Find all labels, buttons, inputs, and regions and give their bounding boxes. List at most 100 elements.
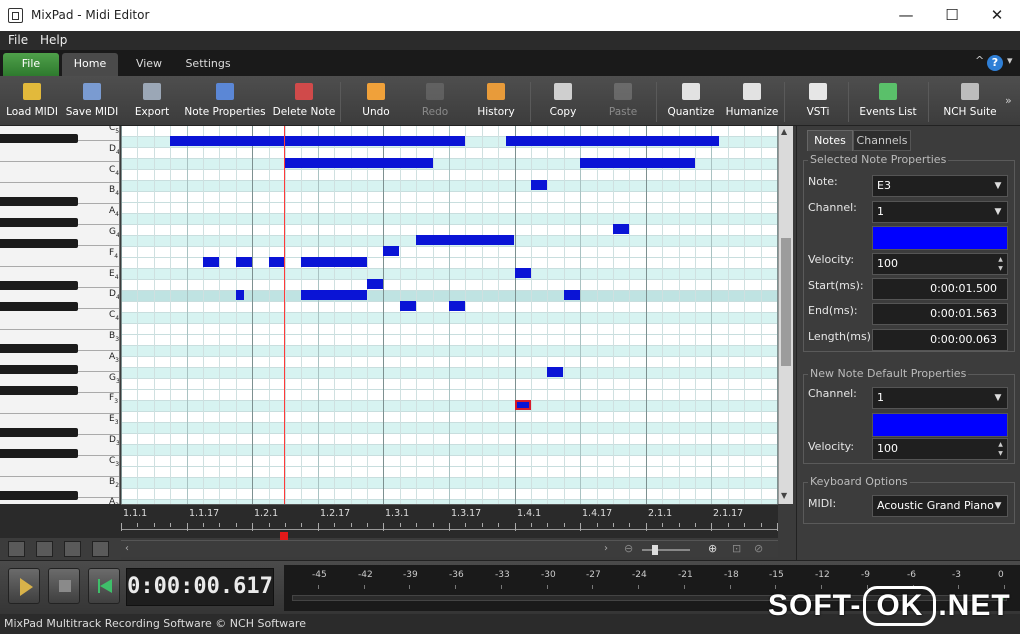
tab-view[interactable]: View — [124, 53, 174, 76]
quantize-button[interactable]: Quantize — [664, 76, 718, 126]
history-button[interactable]: History — [470, 76, 522, 126]
black-key[interactable] — [0, 428, 78, 437]
note-select[interactable]: E3 ▼ — [872, 175, 1008, 197]
scroll-up-icon[interactable]: ▲ — [781, 127, 787, 136]
black-key[interactable] — [0, 365, 78, 374]
vsti-button[interactable]: VSTi — [796, 76, 840, 126]
toolbar-more-icon[interactable]: » — [1005, 94, 1012, 107]
midi-note[interactable] — [449, 301, 465, 311]
velocity-input[interactable]: 100 ▲ ▼ — [872, 253, 1008, 275]
midi-note[interactable] — [236, 257, 252, 267]
black-key[interactable] — [0, 218, 78, 227]
tab-settings[interactable]: Settings — [180, 53, 236, 76]
black-key[interactable] — [0, 197, 78, 206]
humanize-button[interactable]: Humanize — [722, 76, 782, 126]
spinner-icon[interactable]: ▲ ▼ — [995, 440, 1006, 458]
scroll-right-icon[interactable]: › — [604, 543, 608, 554]
black-key[interactable] — [0, 134, 78, 143]
zoom-slider-handle[interactable] — [652, 545, 658, 555]
menu-file[interactable]: File — [8, 33, 28, 47]
scroll-thumb[interactable] — [781, 238, 791, 366]
minimize-button[interactable]: — — [884, 4, 928, 26]
midi-note[interactable] — [367, 279, 383, 289]
load-midi-button[interactable]: Load MIDI — [4, 76, 60, 126]
undo-button[interactable]: Undo — [350, 76, 402, 126]
spinner-icon[interactable]: ▲ ▼ — [995, 255, 1006, 273]
default-velocity-input[interactable]: 100 ▲ ▼ — [872, 438, 1008, 460]
midi-note[interactable] — [203, 257, 219, 267]
paste-button[interactable]: Paste — [600, 76, 646, 126]
note-grid[interactable] — [121, 126, 778, 504]
white-key[interactable] — [0, 141, 119, 162]
rewind-button[interactable] — [88, 568, 120, 604]
timeline-ruler[interactable]: 1.1.1 1.1.17 1.2.1 1.2.17 1.3.1 1.3.17 1.4.1 1.… — [121, 504, 778, 541]
black-key[interactable] — [0, 239, 78, 248]
white-key[interactable] — [0, 456, 119, 477]
copy-button[interactable]: Copy — [540, 76, 586, 126]
zoom-out-icon[interactable]: ⊖ — [624, 542, 633, 555]
black-key[interactable] — [0, 344, 78, 353]
piano-keyboard[interactable]: C5 D4 C4 B4 A4 G4 F4 E4 D4 C4 B3 A3 G3 F3 E3 D3 C3 B2 A2 — [0, 126, 120, 504]
midi-note[interactable] — [580, 158, 695, 168]
piano-view-icon[interactable] — [64, 541, 81, 557]
grid-vertical-scrollbar[interactable]: ▲ ▼ — [778, 126, 793, 504]
white-key[interactable] — [0, 309, 119, 330]
start-input[interactable]: 0:00:01.500 — [872, 278, 1008, 300]
midi-note[interactable] — [301, 257, 367, 267]
stop-button[interactable] — [48, 568, 80, 604]
midi-note[interactable] — [269, 257, 285, 267]
play-button[interactable] — [8, 568, 40, 604]
selected-midi-note[interactable] — [515, 400, 531, 410]
events-list-button[interactable]: Events List — [856, 76, 920, 126]
redo-button[interactable]: Redo — [410, 76, 460, 126]
nch-suite-button[interactable]: NCH Suite — [940, 76, 1000, 126]
midi-note[interactable] — [170, 136, 465, 146]
grid-horizontal-scrollbar[interactable]: ‹ › — [121, 540, 616, 557]
tab-channels[interactable]: Channels — [853, 130, 911, 151]
midi-note[interactable] — [236, 290, 244, 300]
midi-note[interactable] — [301, 290, 367, 300]
midi-note[interactable] — [416, 235, 514, 245]
default-color-swatch[interactable] — [872, 413, 1008, 437]
midi-note[interactable] — [531, 180, 547, 190]
black-key[interactable] — [0, 491, 78, 500]
tab-notes[interactable]: Notes — [807, 130, 853, 151]
collapse-ribbon-icon[interactable]: ^ — [975, 54, 984, 67]
black-key[interactable] — [0, 386, 78, 395]
scroll-left-icon[interactable]: ‹ — [125, 543, 129, 554]
midi-note[interactable] — [547, 367, 563, 377]
default-channel-select[interactable]: 1 ▼ — [872, 387, 1008, 409]
note-color-swatch[interactable] — [872, 226, 1008, 250]
black-key[interactable] — [0, 281, 78, 290]
zoom-fit-icon[interactable]: ⊡ — [732, 542, 741, 555]
midi-note[interactable] — [400, 301, 416, 311]
snap-icon[interactable] — [92, 541, 109, 557]
help-dropdown-icon[interactable]: ▾ — [1007, 54, 1013, 67]
white-key[interactable] — [0, 162, 119, 183]
grid-view-icon[interactable] — [36, 541, 53, 557]
tab-home[interactable]: Home — [62, 53, 118, 76]
menu-help[interactable]: Help — [40, 33, 67, 47]
end-input[interactable]: 0:00:01.563 — [872, 303, 1008, 325]
midi-note[interactable] — [515, 268, 531, 278]
midi-note[interactable] — [383, 246, 399, 256]
midi-instrument-select[interactable]: Acoustic Grand Piano ▼ — [872, 495, 1008, 517]
maximize-button[interactable]: ☐ — [930, 4, 974, 26]
scroll-down-icon[interactable]: ▼ — [781, 491, 787, 500]
midi-note[interactable] — [285, 158, 433, 168]
export-button[interactable]: Export — [126, 76, 178, 126]
help-icon[interactable]: ? — [987, 55, 1003, 71]
midi-note[interactable] — [506, 136, 719, 146]
white-key[interactable] — [0, 393, 119, 414]
metronome-icon[interactable] — [8, 541, 25, 557]
length-input[interactable]: 0:00:00.063 — [872, 329, 1008, 351]
zoom-slider[interactable] — [642, 549, 690, 551]
close-button[interactable]: ✕ — [975, 4, 1019, 26]
white-key[interactable] — [0, 246, 119, 267]
midi-note[interactable] — [613, 224, 629, 234]
zoom-in-icon[interactable]: ⊕ — [708, 542, 717, 555]
save-midi-button[interactable]: Save MIDI — [64, 76, 120, 126]
channel-select[interactable]: 1 ▼ — [872, 201, 1008, 223]
tab-file[interactable]: File — [3, 53, 59, 76]
black-key[interactable] — [0, 302, 78, 311]
